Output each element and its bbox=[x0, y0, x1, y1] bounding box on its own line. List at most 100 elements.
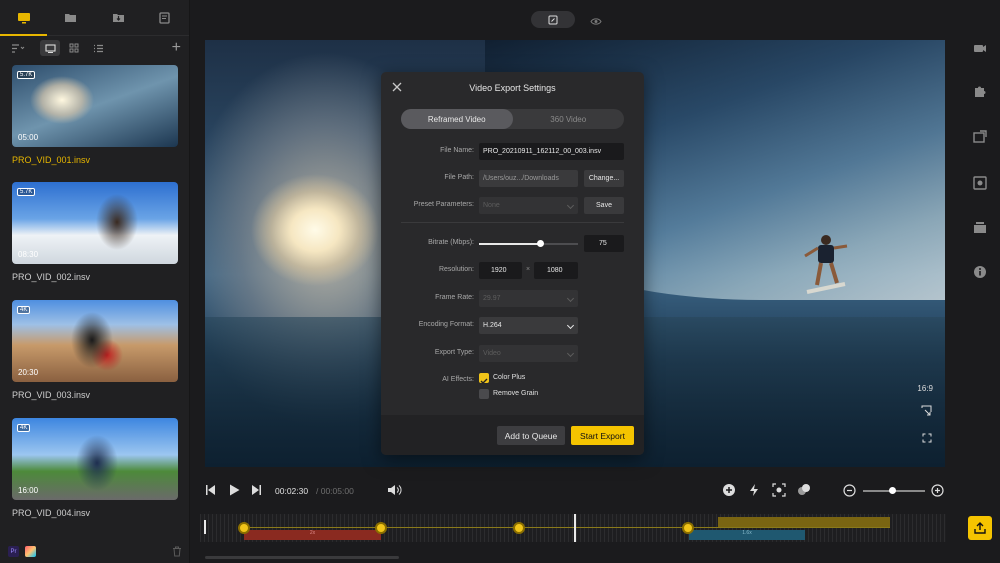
tab-import[interactable] bbox=[95, 0, 142, 35]
camera-icon[interactable] bbox=[973, 41, 987, 55]
keyframe-marker[interactable] bbox=[682, 522, 694, 534]
remove-grain-checkbox[interactable] bbox=[479, 389, 489, 399]
bitrate-input[interactable]: 75 bbox=[584, 235, 624, 252]
sort-button[interactable] bbox=[8, 40, 28, 56]
resolution-height-input[interactable]: 1080 bbox=[534, 262, 578, 279]
keyframe-marker[interactable] bbox=[375, 522, 387, 534]
bitrate-slider[interactable] bbox=[479, 240, 578, 247]
resolution-width-input[interactable]: 1920 bbox=[479, 262, 522, 279]
fullscreen-button[interactable] bbox=[922, 430, 932, 448]
list-icon bbox=[93, 44, 103, 52]
volume-icon[interactable] bbox=[387, 483, 402, 497]
timeline-track[interactable]: 2x 1.6x bbox=[200, 514, 946, 542]
app-window: + 5.7K 05:00 PRO_VID_001.insv 5.7K 08:30… bbox=[0, 0, 1000, 563]
section-divider bbox=[401, 222, 624, 223]
skip-to-start-icon[interactable] bbox=[205, 484, 216, 496]
zoom-in-icon[interactable] bbox=[931, 484, 944, 497]
puzzle-icon[interactable] bbox=[973, 84, 987, 98]
edit-mode-button[interactable] bbox=[531, 11, 575, 28]
export-button[interactable] bbox=[968, 516, 992, 540]
effect-clip-yellow[interactable] bbox=[718, 517, 890, 527]
tab-files[interactable] bbox=[47, 0, 94, 35]
play-icon[interactable] bbox=[229, 484, 240, 496]
large-thumbnail-view-button[interactable] bbox=[40, 40, 60, 56]
export-type-select[interactable]: Video bbox=[479, 345, 578, 362]
tab-reframed-video[interactable]: Reframed Video bbox=[401, 109, 513, 129]
resolution-badge: 5.7K bbox=[17, 188, 36, 196]
crop-button[interactable] bbox=[921, 403, 932, 421]
speed-clip-blue[interactable]: 1.6x bbox=[689, 530, 805, 540]
tab-templates[interactable] bbox=[142, 0, 189, 35]
add-keyframe-icon[interactable] bbox=[722, 483, 736, 497]
mask-icon[interactable] bbox=[797, 483, 811, 497]
keyframe-marker[interactable] bbox=[513, 522, 525, 534]
zoom-slider-handle[interactable] bbox=[889, 487, 897, 494]
tracking-icon[interactable] bbox=[772, 483, 786, 497]
info-icon[interactable] bbox=[973, 265, 987, 279]
timeline-start-marker bbox=[204, 520, 206, 534]
sidebar-footer: Pr bbox=[8, 546, 182, 557]
dialog-header: Video Export Settings bbox=[381, 72, 644, 104]
timeline-zoom-slider[interactable] bbox=[863, 487, 925, 494]
resolution-badge: 4K bbox=[17, 424, 31, 432]
clip-card[interactable]: 4K 20:30 PRO_VID_003.insv bbox=[12, 300, 178, 400]
timeline-scrollbar[interactable] bbox=[205, 556, 399, 559]
file-path-row: File Path: /Users/ouz.../Downloads Chang… bbox=[381, 170, 644, 187]
clip-duration: 16:00 bbox=[18, 486, 39, 495]
clip-card[interactable]: 5.7K 08:30 PRO_VID_002.insv bbox=[12, 182, 178, 282]
frame-rate-select[interactable]: 29.97 bbox=[479, 290, 578, 307]
skip-to-end-icon[interactable] bbox=[251, 484, 262, 496]
chevron-down-icon bbox=[566, 201, 575, 210]
clip-duration: 20:30 bbox=[18, 368, 39, 377]
clip-name: PRO_VID_004.insv bbox=[12, 508, 91, 518]
top-bar bbox=[190, 0, 960, 40]
speed-clip-red[interactable]: 2x bbox=[244, 530, 381, 540]
change-path-button[interactable]: Change... bbox=[584, 170, 624, 187]
resolution-separator: × bbox=[526, 266, 531, 273]
view-toggle-group bbox=[40, 40, 108, 56]
color-plus-checkbox[interactable] bbox=[479, 373, 489, 384]
aspect-ratio-label[interactable]: 16:9 bbox=[917, 384, 933, 393]
bitrate-row: Bitrate (Mbps): 75 bbox=[381, 235, 644, 252]
upload-icon bbox=[974, 522, 986, 534]
final-cut-icon[interactable] bbox=[25, 546, 36, 557]
preset-select[interactable]: None bbox=[479, 197, 578, 214]
playhead[interactable] bbox=[574, 514, 576, 542]
add-media-button[interactable]: + bbox=[172, 40, 181, 56]
file-name-field[interactable]: PRO_20210911_162112_00_003.insv bbox=[479, 143, 624, 160]
keyframe-marker[interactable] bbox=[238, 522, 250, 534]
preview-mode-button[interactable] bbox=[590, 13, 602, 31]
resolution-badge: 5.7K bbox=[17, 71, 36, 79]
start-export-button[interactable]: Start Export bbox=[571, 426, 634, 445]
clip-card[interactable]: 4K 16:00 PRO_VID_004.insv bbox=[12, 418, 178, 518]
preset-row: Preset Parameters: None Save bbox=[381, 197, 644, 214]
sidebar-toolbar: + bbox=[0, 36, 189, 60]
premiere-icon[interactable]: Pr bbox=[8, 546, 19, 557]
add-to-queue-button[interactable]: Add to Queue bbox=[497, 426, 565, 445]
list-view-button[interactable] bbox=[88, 40, 108, 56]
trash-icon[interactable] bbox=[172, 546, 182, 557]
clip-duration: 08:30 bbox=[18, 250, 39, 259]
bitrate-slider-handle[interactable] bbox=[536, 240, 544, 247]
export-frame-icon[interactable] bbox=[973, 130, 987, 144]
clip-thumbnail: 5.7K 08:30 bbox=[12, 182, 178, 264]
file-name-label: File Name: bbox=[440, 147, 474, 154]
speed-icon[interactable] bbox=[748, 483, 760, 497]
export-mode-toggle: Reframed Video 360 Video bbox=[401, 109, 624, 129]
save-preset-button[interactable]: Save bbox=[584, 197, 624, 214]
grid-view-button[interactable] bbox=[64, 40, 84, 56]
chevron-down-icon bbox=[566, 294, 575, 303]
file-path-field[interactable]: /Users/ouz.../Downloads bbox=[479, 170, 578, 187]
clip-card[interactable]: 5.7K 05:00 PRO_VID_001.insv bbox=[12, 65, 178, 165]
clips-icon[interactable] bbox=[973, 220, 987, 234]
tab-360-video[interactable]: 360 Video bbox=[513, 109, 625, 129]
encoding-select[interactable]: H.264 bbox=[479, 317, 578, 334]
resolution-label: Resolution: bbox=[438, 266, 474, 273]
eye-icon bbox=[590, 18, 602, 25]
dialog-footer: Add to Queue Start Export bbox=[381, 415, 644, 455]
adjust-icon[interactable] bbox=[973, 176, 987, 190]
zoom-out-icon[interactable] bbox=[843, 484, 856, 497]
media-sidebar: + 5.7K 05:00 PRO_VID_001.insv 5.7K 08:30… bbox=[0, 0, 190, 563]
bitrate-label: Bitrate (Mbps): bbox=[428, 239, 474, 246]
tab-media[interactable] bbox=[0, 0, 48, 36]
